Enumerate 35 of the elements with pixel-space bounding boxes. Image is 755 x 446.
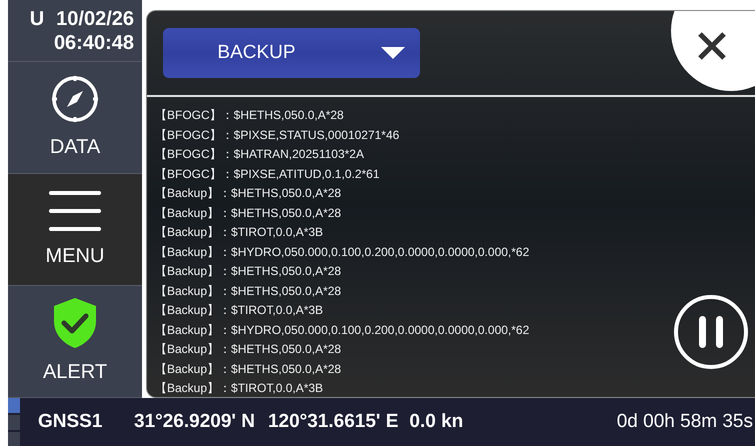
log-line: 【BFOGC】：$HETHS,050.0,A*28 — [155, 107, 344, 124]
latitude-text: 31°26.9209' N — [134, 410, 255, 434]
longitude-text: 120°31.6615' E — [268, 410, 398, 434]
close-icon — [697, 31, 727, 61]
page-indicator — [8, 415, 20, 430]
source-label: GNSS1 — [38, 410, 104, 434]
log-line: 【Backup】：$TIROT,0.0,A*3B — [155, 380, 324, 397]
log-line: 【Backup】：$HETHS,050.0,A*28 — [155, 341, 342, 358]
caret-icon — [380, 46, 406, 60]
log-line: 【Backup】：$TIROT,0.0,A*3B — [155, 224, 324, 241]
date-text: 10/02/26 — [56, 6, 134, 30]
log-line: 【Backup】：$HYDRO,050.000,0.100,0.200,0.0000,0.0000,0.000,*62 — [155, 244, 530, 260]
log-line: 【Backup】：$HETHS,050.0,A*28 — [155, 185, 342, 202]
pause-button[interactable] — [674, 295, 748, 369]
source-dropdown[interactable]: BACKUP — [163, 28, 420, 78]
menu-icon — [49, 188, 101, 232]
log-line: 【BFOGC】：$PIXSE,ATITUD,0.1,0.2*61 — [155, 166, 380, 182]
sidebar-item[interactable]: MENU — [8, 174, 142, 286]
compass-icon — [50, 74, 100, 124]
log-line: 【BFOGC】：$HATRAN,20251103*2A — [155, 146, 364, 163]
time-mode: U — [30, 6, 44, 30]
page-indicator — [8, 432, 20, 446]
speed-text: 0.0 kn — [409, 410, 464, 434]
log-line: 【Backup】：$HETHS,050.0,A*28 — [155, 263, 342, 280]
log-line: 【Backup】：$HETHS,050.0,A*28 — [155, 204, 342, 222]
elapsed-time: 0d 00h 58m 35s — [616, 410, 753, 434]
log-line: 【Backup】：$HETHS,050.0,A*28 — [155, 282, 342, 300]
shield-check-icon — [52, 296, 98, 348]
log-line: 【Backup】：$HETHS,050.0,A*28 — [155, 360, 342, 378]
pause-icon — [698, 315, 724, 349]
log-line: 【Backup】：$TIROT,0.0,A*3B — [155, 302, 324, 319]
page-indicator — [8, 398, 20, 413]
log-line: 【BFOGC】：$PIXSE,STATUS,00010271*46 — [155, 126, 400, 144]
time-text: 06:40:48 — [54, 30, 134, 54]
log-line: 【Backup】：$HYDRO,050.000,0.100,0.200,0.0000,0.0000,0.000,*62 — [155, 322, 530, 338]
